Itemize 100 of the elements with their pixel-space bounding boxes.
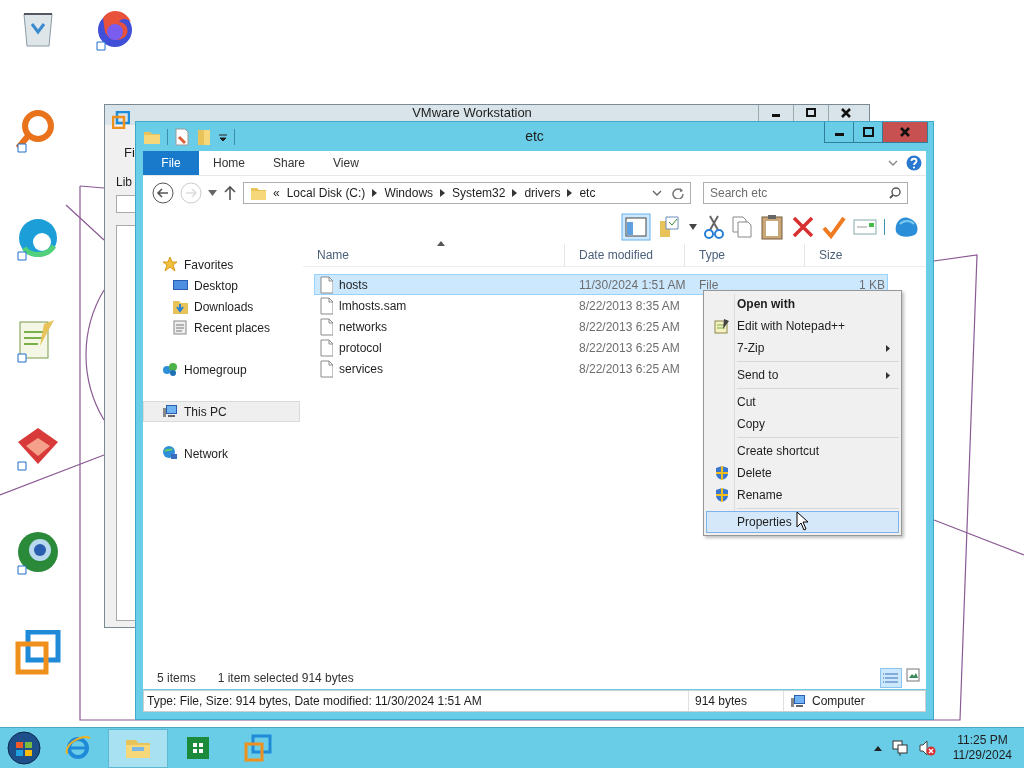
ribbon-tab[interactable]: Share — [259, 151, 320, 175]
window-title: VMware Workstation — [412, 106, 532, 120]
column-header[interactable]: Size — [804, 244, 874, 266]
menu-item[interactable]: Fi — [124, 145, 135, 160]
file-name: lmhosts.sam — [339, 298, 407, 313]
document-icon — [172, 319, 189, 336]
table-cell-text: 11/30/2024 1:51 AM — [579, 276, 687, 294]
document-icon — [319, 338, 333, 357]
network-icon[interactable] — [890, 739, 909, 757]
search-field[interactable]: Search etc — [703, 181, 908, 204]
search-icon[interactable] — [889, 186, 901, 199]
breadcrumb[interactable]: System32 — [452, 185, 506, 200]
close-icon[interactable] — [840, 107, 852, 119]
table-cell-text: 8/22/2013 6:25 AM — [579, 339, 681, 357]
details-text: Type: File, Size: 914 bytes, Date modified: 11/30/2024 1:51 AM — [146, 694, 483, 708]
shield-icon — [714, 465, 730, 481]
column-header[interactable]: Type — [684, 244, 804, 266]
speaker-muted-icon[interactable] — [917, 739, 936, 757]
dropdown-icon[interactable] — [689, 223, 697, 230]
menu-item[interactable]: Create shortcut — [706, 440, 899, 462]
breadcrumb[interactable]: Windows — [384, 185, 434, 200]
ribbon-tab[interactable]: Home — [199, 151, 259, 175]
maximize-icon[interactable] — [805, 107, 817, 119]
start-icon[interactable] — [7, 731, 41, 765]
address-bar[interactable]: « Local Disk (C:) Windows System32 drivers etc — [243, 181, 691, 204]
table-cell-text: 8/22/2013 8:35 AM — [579, 297, 681, 315]
nav-item[interactable]: Favorites — [143, 254, 300, 275]
maximize-icon[interactable] — [862, 126, 874, 138]
overflow-chevron[interactable]: « — [273, 185, 280, 200]
delete-icon[interactable] — [791, 214, 815, 239]
file-row[interactable]: hosts 11/30/2024 1:51 AM File 1 KB — [314, 274, 888, 295]
nav-item[interactable]: Recent places — [143, 317, 300, 338]
breadcrumb[interactable]: etc — [579, 185, 596, 200]
dropdown-icon[interactable] — [208, 189, 217, 196]
nav-item[interactable]: Network — [143, 443, 300, 464]
submenu-arrow-icon — [886, 344, 890, 352]
clock[interactable]: 11:25 PM 11/29/2024 — [952, 733, 1012, 763]
up-icon[interactable] — [223, 184, 237, 201]
overlapping-squares-icon[interactable] — [14, 630, 62, 678]
ribbon-tab[interactable]: View — [319, 151, 373, 175]
nav-item[interactable]: Downloads — [143, 296, 300, 317]
file-tab[interactable]: File — [143, 151, 199, 175]
overlapping-squares-icon — [244, 734, 272, 762]
chevron-icon[interactable] — [888, 159, 898, 167]
nav-item[interactable]: Desktop — [143, 275, 300, 296]
menu-item[interactable]: Cut — [706, 391, 899, 413]
store-icon — [184, 734, 212, 762]
menu-item[interactable]: Properties — [706, 511, 899, 533]
rename-icon[interactable] — [853, 217, 877, 236]
shield-icon — [714, 487, 730, 503]
item-count: 5 items — [157, 671, 196, 685]
breadcrumb[interactable]: drivers — [524, 185, 561, 200]
file-name: hosts — [339, 277, 368, 292]
nav-item[interactable]: This PC — [143, 401, 300, 422]
star-icon — [162, 256, 179, 273]
new-folder-icon[interactable] — [658, 214, 682, 239]
browser-icon — [64, 734, 92, 762]
help-icon[interactable] — [906, 155, 922, 171]
up-arrow-icon[interactable] — [873, 745, 882, 751]
table-cell-text: 8/22/2013 6:25 AM — [579, 360, 681, 378]
column-header[interactable]: Date modified — [564, 244, 684, 266]
menu-item[interactable]: Send to — [706, 364, 899, 386]
refresh-icon[interactable] — [672, 186, 684, 199]
submenu-arrow-icon — [886, 371, 890, 379]
network-icon — [162, 445, 179, 462]
sort-arrow-icon — [437, 241, 445, 246]
properties-icon[interactable] — [174, 127, 190, 146]
menu-item[interactable]: Open with — [706, 293, 899, 315]
arrow-icon — [512, 188, 518, 197]
cut-icon[interactable] — [704, 213, 724, 240]
table-cell-text: 1 KB — [858, 276, 885, 294]
nav-item[interactable]: Homegroup — [143, 359, 300, 380]
document-icon — [319, 275, 333, 294]
menu-item[interactable]: Copy — [706, 413, 899, 435]
pane-label: Lib — [116, 175, 132, 189]
customize-icon[interactable] — [218, 131, 228, 142]
homegroup-icon — [162, 361, 179, 378]
back-icon[interactable] — [152, 181, 174, 204]
menu-item[interactable]: Delete — [706, 462, 899, 484]
breadcrumb[interactable]: Local Disk (C:) — [286, 185, 366, 200]
large-icons-view-icon[interactable] — [906, 668, 920, 682]
check-icon[interactable] — [822, 214, 846, 239]
search-field[interactable] — [116, 195, 135, 213]
column-header[interactable]: Name — [303, 244, 564, 266]
chevron-icon[interactable] — [652, 188, 662, 197]
document-icon — [319, 296, 333, 315]
copy-icon[interactable] — [731, 214, 753, 239]
selection-info: 1 item selected 914 bytes — [217, 671, 354, 685]
arrow-icon — [440, 188, 446, 197]
menu-item[interactable]: Edit with Notepad++ — [706, 315, 899, 337]
paste-icon[interactable] — [760, 213, 784, 240]
table-cell-text: File — [699, 276, 720, 294]
menu-item[interactable]: 7-Zip — [706, 337, 899, 359]
notepad-icon — [714, 318, 730, 334]
location-text: Computer — [812, 694, 865, 708]
download-folder-icon — [172, 298, 189, 315]
menu-item[interactable]: Rename — [706, 484, 899, 506]
file-name: services — [339, 361, 383, 376]
file-name: protocol — [339, 340, 382, 355]
preview-pane-icon[interactable] — [621, 212, 651, 241]
